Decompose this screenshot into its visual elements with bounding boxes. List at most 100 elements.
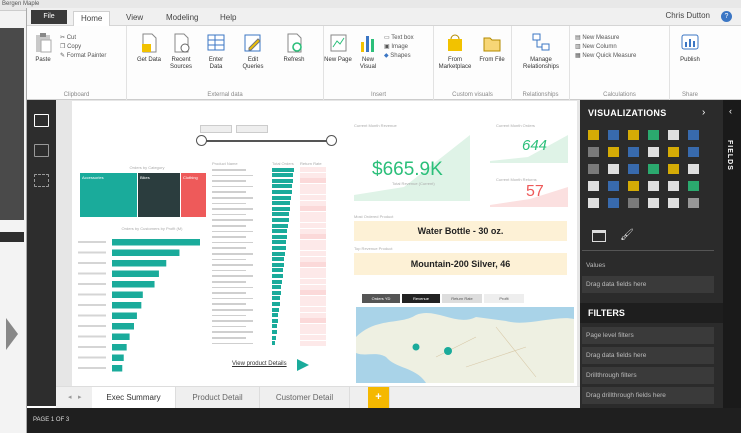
text-box-button[interactable]: ▭ Text box [384, 34, 414, 43]
visual-type-icon[interactable] [648, 130, 659, 140]
table-row[interactable] [212, 206, 330, 212]
table-row[interactable] [212, 340, 330, 346]
visual-type-icon[interactable] [588, 164, 599, 174]
visual-type-icon[interactable] [588, 130, 599, 140]
visual-type-icon[interactable] [688, 147, 699, 157]
bar[interactable] [112, 354, 124, 362]
tab-help[interactable]: Help [213, 11, 243, 26]
bar[interactable] [112, 239, 200, 246]
user-name[interactable]: Chris Dutton [666, 11, 710, 20]
values-drop-zone[interactable]: Drag data fields here [582, 276, 714, 293]
tab-scroll-left-icon[interactable]: ◂ [68, 393, 72, 401]
table-row[interactable] [212, 223, 330, 228]
new-page-button[interactable]: New Page [324, 32, 352, 64]
visual-type-icon[interactable] [648, 147, 659, 157]
visual-type-icon[interactable] [648, 198, 659, 208]
table-row[interactable] [212, 172, 330, 178]
bar[interactable] [112, 281, 155, 288]
visual-type-icon[interactable] [588, 147, 599, 157]
treemap-clothing[interactable]: Clothing [181, 173, 206, 217]
paste-button[interactable]: Paste [29, 32, 57, 64]
tab-view[interactable]: View [119, 11, 150, 26]
page-level-filters[interactable]: Page level filters [582, 327, 714, 344]
visual-type-icon[interactable] [688, 164, 699, 174]
table-row[interactable] [212, 323, 330, 329]
arrow-right-icon[interactable] [297, 359, 309, 371]
map-tab-revenue[interactable]: Revenue [402, 294, 440, 303]
table-row[interactable] [212, 307, 330, 312]
table-row[interactable] [212, 251, 330, 256]
visual-type-icon[interactable] [648, 181, 659, 191]
edit-queries-button[interactable]: Edit Queries [239, 32, 267, 71]
table-row[interactable] [212, 284, 330, 290]
visual-type-icon[interactable] [628, 181, 639, 191]
enter-data-button[interactable]: Enter Data [202, 32, 230, 71]
table-row[interactable] [212, 234, 330, 240]
format-painter-button[interactable]: ✎ Format Painter [60, 52, 106, 61]
table-row[interactable] [212, 200, 330, 206]
table-row[interactable] [212, 245, 330, 251]
table-row[interactable] [212, 228, 330, 234]
visual-type-icon[interactable] [628, 164, 639, 174]
table-row[interactable] [212, 301, 330, 307]
drillthrough-filters[interactable]: Drillthrough filters [582, 367, 714, 384]
visual-type-icon[interactable] [588, 181, 599, 191]
table-row[interactable] [212, 273, 330, 279]
visual-type-icon[interactable] [668, 181, 679, 191]
bar[interactable] [112, 365, 123, 372]
table-row[interactable] [212, 217, 330, 223]
table-row[interactable] [212, 329, 330, 335]
bar[interactable] [112, 302, 142, 309]
tab-home[interactable]: Home [73, 11, 111, 26]
table-header-orders[interactable]: Total Orders [272, 161, 294, 166]
date-slicer-track[interactable] [200, 140, 332, 142]
from-file-button[interactable]: From File [476, 32, 508, 64]
refresh-button[interactable]: Refresh [280, 32, 308, 64]
table-row[interactable] [212, 167, 330, 172]
visual-type-icon[interactable] [628, 198, 639, 208]
treemap-accessories[interactable]: Accessories [80, 173, 137, 217]
bar[interactable] [112, 312, 137, 320]
visual-type-icon[interactable] [668, 198, 679, 208]
view-details-link[interactable]: View product Details [232, 361, 287, 367]
table-row[interactable] [212, 211, 330, 217]
image-button[interactable]: ▣ Image [384, 43, 414, 52]
kpi-orders-value[interactable]: 644 [522, 137, 547, 154]
collapse-pane-icon[interactable]: › [702, 107, 705, 118]
manage-relationships-button[interactable]: Manage Relationships [518, 32, 564, 71]
visual-type-icon[interactable] [608, 130, 619, 140]
table-row[interactable] [212, 290, 330, 296]
top-revenue-card[interactable]: Mountain-200 Silver, 46 [354, 253, 567, 275]
page-tab-exec-summary[interactable]: Exec Summary [92, 387, 176, 408]
tab-scroll-right-icon[interactable]: ▸ [78, 393, 82, 401]
product-table[interactable]: Product Name Total Orders Return Rate [212, 161, 330, 351]
page-tab-product-detail[interactable]: Product Detail [176, 387, 260, 408]
visual-type-icon[interactable] [608, 181, 619, 191]
bar[interactable] [112, 260, 167, 267]
fields-tab-icon[interactable] [592, 230, 606, 242]
slicer-chip-start[interactable] [200, 125, 232, 133]
table-row[interactable] [212, 195, 330, 200]
cut-button[interactable]: ✂ Cut [60, 34, 106, 43]
table-header-product[interactable]: Product Name [212, 161, 238, 166]
table-row[interactable] [212, 335, 330, 340]
format-tab-icon[interactable]: 🖌 [620, 228, 634, 241]
table-row[interactable] [212, 262, 330, 268]
copy-button[interactable]: ❐ Copy [60, 43, 106, 52]
visual-type-icon[interactable] [668, 130, 679, 140]
table-row[interactable] [212, 267, 330, 273]
kpi-returns-value[interactable]: 57 [526, 183, 544, 201]
table-row[interactable] [212, 189, 330, 195]
kpi-revenue-value[interactable]: $665.9K [372, 159, 443, 181]
visual-type-icon[interactable] [608, 147, 619, 157]
table-row[interactable] [212, 295, 330, 301]
filters-drop-zone[interactable]: Drag data fields here [582, 347, 714, 364]
new-quick-measure-button[interactable]: ▦ New Quick Measure [575, 52, 636, 61]
visual-type-icon[interactable] [668, 164, 679, 174]
tab-modeling[interactable]: Modeling [159, 11, 205, 26]
visual-type-icon[interactable] [688, 130, 699, 140]
visual-type-icon[interactable] [608, 164, 619, 174]
slicer-handle-start[interactable] [196, 135, 207, 146]
category-treemap[interactable]: Accessories Bikes Clothing [80, 173, 206, 217]
visual-type-icon[interactable] [628, 130, 639, 140]
